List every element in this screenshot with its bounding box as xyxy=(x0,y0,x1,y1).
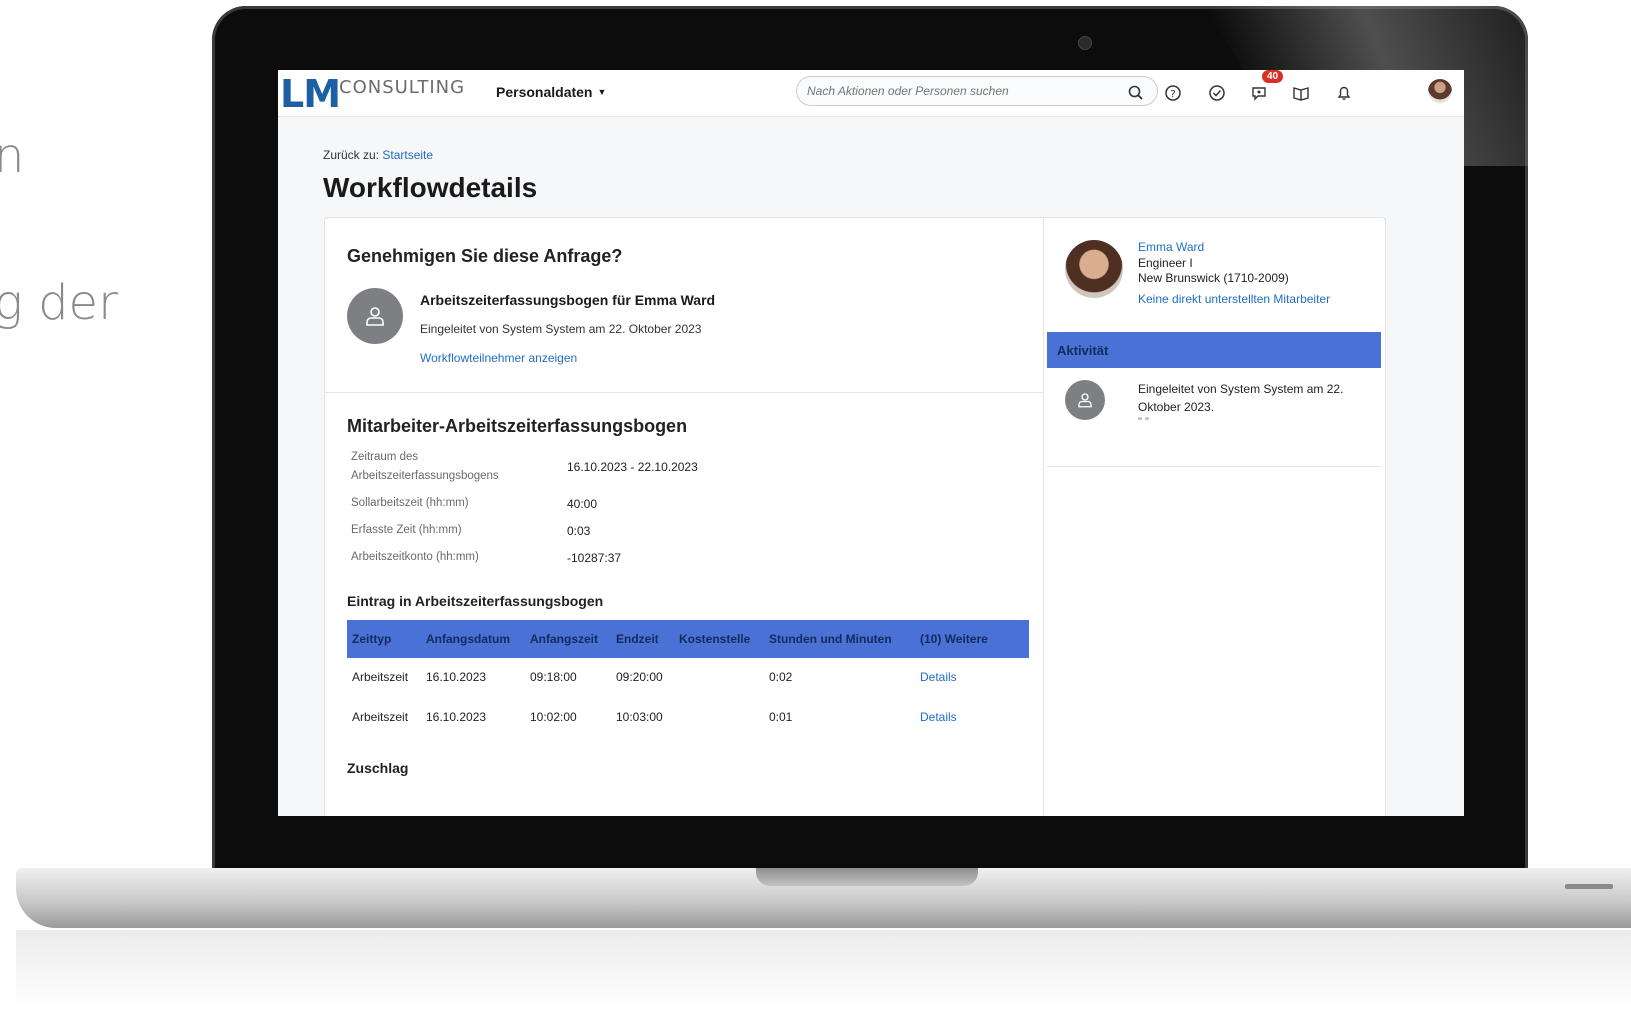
app-screen: LM CONSULTING Personaldaten▼ ? 40 Zurück… xyxy=(278,70,1464,816)
table-cell: 10:02:00 xyxy=(530,710,577,724)
timesheet-section-title: Mitarbeiter-Arbeitszeiterfassungsbogen xyxy=(347,416,688,436)
column-header: Endzeit xyxy=(616,632,659,646)
background-text-line-2: g der xyxy=(0,275,118,331)
breadcrumb-home-link[interactable]: Startseite xyxy=(382,148,433,162)
surcharge-title: Zuschlag xyxy=(347,760,409,776)
camera-icon xyxy=(1078,36,1092,50)
breadcrumb: Zurück zu: Startseite xyxy=(323,148,433,162)
book-icon[interactable] xyxy=(1290,82,1312,104)
user-avatar[interactable] xyxy=(1428,79,1452,103)
row-details-link[interactable]: Details xyxy=(920,670,957,684)
search-input[interactable] xyxy=(796,76,1158,106)
column-divider xyxy=(1043,218,1044,816)
breadcrumb-prefix: Zurück zu: xyxy=(323,148,380,162)
table-cell: 16.10.2023 xyxy=(426,710,487,724)
activity-text: Eingeleitet von System System am 22. Okt… xyxy=(1138,382,1344,414)
table-cell: Arbeitszeit xyxy=(352,710,409,724)
chevron-down-icon: ▼ xyxy=(597,87,607,97)
help-icon[interactable]: ? xyxy=(1162,82,1184,104)
todo-icon[interactable] xyxy=(1206,82,1228,104)
table-cell: 10:03:00 xyxy=(616,710,663,724)
person-icon xyxy=(1078,393,1092,408)
employee-location: New Brunswick (1710-2009) xyxy=(1138,271,1289,285)
column-header: Kostenstelle xyxy=(679,632,751,646)
field-value-target: 40:00 xyxy=(567,497,598,511)
field-label-period: Zeitraum des Arbeitszeiterfassungsbogens xyxy=(351,451,499,482)
table-cell: 09:20:00 xyxy=(616,670,663,684)
workflow-card: Genehmigen Sie diese Anfrage? Arbeitszei… xyxy=(324,217,1386,816)
show-participants-link[interactable]: Workflowteilnehmer anzeigen xyxy=(420,351,577,365)
field-value-period: 16.10.2023 - 22.10.2023 xyxy=(567,460,698,474)
entries-title: Eintrag in Arbeitszeiterfassungsbogen xyxy=(347,593,604,609)
approval-question: Genehmigen Sie diese Anfrage? xyxy=(347,246,623,266)
field-label-target: Sollarbeitszeit (hh:mm) xyxy=(351,497,469,509)
table-cell: 0:02 xyxy=(769,670,793,684)
svg-text:?: ? xyxy=(1170,89,1175,100)
feedback-icon[interactable] xyxy=(1248,82,1270,104)
table-cell: 09:18:00 xyxy=(530,670,577,684)
laptop-notch xyxy=(756,868,978,886)
module-menu[interactable]: Personaldaten ▼ xyxy=(496,84,606,100)
request-title: Arbeitszeiterfassungsbogen für Emma Ward xyxy=(420,292,716,308)
column-header: Stunden und Minuten xyxy=(769,632,892,646)
laptop-slot xyxy=(1565,884,1613,889)
column-header: (10) Weitere xyxy=(920,632,988,646)
employee-role: Engineer I xyxy=(1138,256,1193,270)
field-value-account: -10287:37 xyxy=(567,551,622,565)
field-label-recorded: Erfasste Zeit (hh:mm) xyxy=(351,524,462,536)
activity-divider xyxy=(1047,466,1381,467)
logo-lm: LM xyxy=(280,72,341,116)
laptop-reflection xyxy=(16,930,1631,1009)
module-menu-label: Personaldaten xyxy=(496,84,593,100)
row-details-link[interactable]: Details xyxy=(920,710,957,724)
section-divider xyxy=(325,392,1043,393)
top-bar: LM CONSULTING Personaldaten▼ ? 40 xyxy=(278,70,1464,117)
search-icon[interactable] xyxy=(1125,82,1147,104)
logo-consulting: CONSULTING xyxy=(339,77,466,98)
activity-comment: " " xyxy=(1138,416,1149,428)
activity-avatar xyxy=(1065,380,1105,420)
column-header: Anfangszeit xyxy=(530,632,599,646)
bell-icon[interactable] xyxy=(1333,82,1355,104)
person-icon xyxy=(366,307,384,326)
entries-table-header: Zeittyp Anfangsdatum Anfangszeit Endzeit… xyxy=(347,620,1029,658)
field-label-account: Arbeitszeitkonto (hh:mm) xyxy=(351,551,479,563)
requester-avatar xyxy=(347,288,403,344)
request-subtitle: Eingeleitet von System System am 22. Okt… xyxy=(420,322,702,336)
employee-name-link[interactable]: Emma Ward xyxy=(1138,240,1204,254)
field-value-recorded: 0:03 xyxy=(567,524,591,538)
activity-label: Aktivität xyxy=(1057,343,1109,358)
activity-header: Aktivität xyxy=(1047,332,1381,368)
background-text-line-1: n xyxy=(0,128,25,184)
column-header: Anfangsdatum xyxy=(426,632,510,646)
direct-reports-link[interactable]: Keine direkt unterstellten Mitarbeiter xyxy=(1138,292,1330,306)
table-cell: 16.10.2023 xyxy=(426,670,487,684)
table-cell: 0:01 xyxy=(769,710,793,724)
employee-photo xyxy=(1065,240,1123,298)
table-cell: Arbeitszeit xyxy=(352,670,409,684)
column-header: Zeittyp xyxy=(352,632,392,646)
page-title: Workflowdetails xyxy=(323,172,538,203)
